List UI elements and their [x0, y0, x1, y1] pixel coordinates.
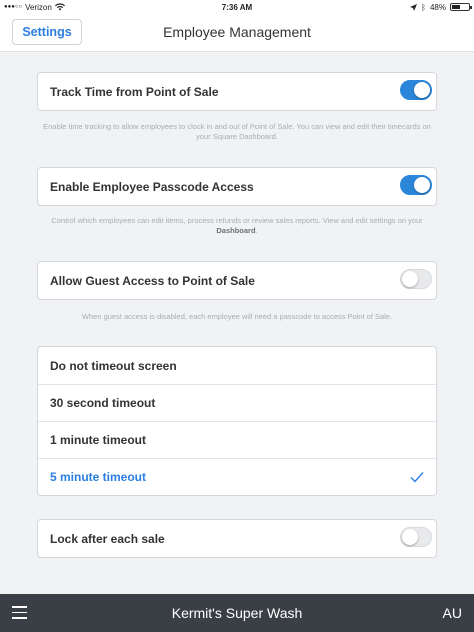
passcode-hint: Control which employees can edit items, … — [37, 216, 437, 236]
timeout-option[interactable]: 1 minute timeout — [38, 421, 436, 458]
navigation-bar: Settings Employee Management — [0, 14, 474, 52]
timeout-option-label: 1 minute timeout — [50, 433, 147, 447]
timeout-option-label: 30 second timeout — [50, 396, 156, 410]
status-time: 7:36 AM — [221, 2, 253, 12]
track-time-row[interactable]: Track Time from Point of Sale — [38, 73, 436, 110]
passcode-row[interactable]: Enable Employee Passcode Access — [38, 168, 436, 205]
guest-access-label: Allow Guest Access to Point of Sale — [50, 273, 255, 288]
track-time-card: Track Time from Point of Sale — [37, 72, 437, 111]
page-title: Employee Management — [163, 24, 311, 40]
battery-icon — [450, 3, 472, 11]
passcode-toggle[interactable] — [400, 175, 432, 195]
track-time-hint: Enable time tracking to allow employees … — [43, 122, 431, 141]
track-time-label: Track Time from Point of Sale — [50, 84, 219, 99]
guest-access-toggle[interactable] — [400, 269, 432, 289]
checkmark-icon — [410, 472, 424, 483]
dashboard-link[interactable]: Dashboard — [216, 226, 255, 235]
bottom-bar: Kermit's Super Wash AU — [0, 594, 474, 632]
timeout-option[interactable]: 30 second timeout — [38, 384, 436, 421]
passcode-card: Enable Employee Passcode Access — [37, 167, 437, 206]
lock-after-sale-toggle[interactable] — [400, 527, 432, 547]
timeout-option-label: 5 minute timeout — [50, 470, 147, 484]
business-name: Kermit's Super Wash — [171, 605, 303, 621]
passcode-hint-text: Control which employees can edit items, … — [51, 216, 423, 225]
guest-access-card: Allow Guest Access to Point of Sale — [37, 261, 437, 300]
user-initials[interactable]: AU — [443, 605, 462, 621]
guest-access-hint: When guest access is disabled, each empl… — [81, 312, 393, 321]
track-time-toggle[interactable] — [400, 80, 432, 100]
timeout-options-list: Do not timeout screen 30 second timeout … — [37, 346, 437, 496]
timeout-option-label: Do not timeout screen — [50, 358, 177, 373]
passcode-label: Enable Employee Passcode Access — [50, 179, 254, 194]
guest-access-row[interactable]: Allow Guest Access to Point of Sale — [38, 262, 436, 299]
status-bar: ●●●○○ Verizon 7:36 AM ᛒ 48% — [0, 0, 474, 14]
timeout-option[interactable]: 5 minute timeout — [38, 458, 436, 495]
lock-after-sale-label: Lock after each sale — [50, 531, 165, 546]
passcode-hint-end: . — [255, 226, 258, 235]
lock-after-sale-card: Lock after each sale — [37, 519, 437, 558]
timeout-option[interactable]: Do not timeout screen — [38, 347, 436, 384]
lock-after-sale-row[interactable]: Lock after each sale — [38, 520, 436, 557]
